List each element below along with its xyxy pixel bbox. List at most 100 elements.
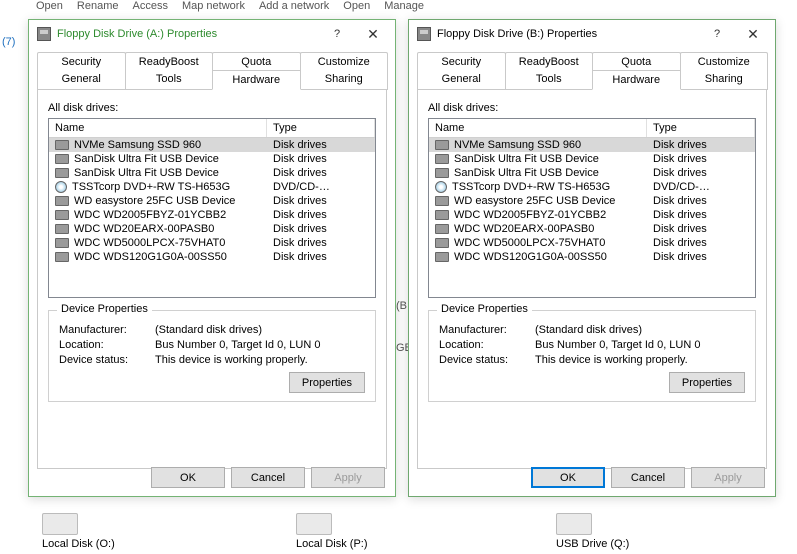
drive-type: Disk drives — [647, 251, 755, 263]
tab-security[interactable]: Security — [417, 52, 506, 71]
list-item[interactable]: WDC WD5000LPCX-75VHAT0Disk drives — [49, 236, 375, 250]
help-button[interactable]: ? — [699, 23, 735, 45]
drive-name: SanDisk Ultra Fit USB Device — [454, 153, 599, 165]
property-label: Device status: — [59, 354, 155, 366]
drive-type: Disk drives — [647, 237, 755, 249]
disk-drives-list[interactable]: NameTypeNVMe Samsung SSD 960Disk drivesS… — [48, 118, 376, 298]
close-button[interactable]: ✕ — [735, 23, 771, 45]
column-header-name[interactable]: Name — [49, 119, 267, 137]
disk-drive-icon — [435, 210, 449, 220]
tab-hardware[interactable]: Hardware — [212, 70, 301, 90]
window-title: Floppy Disk Drive (A:) Properties — [57, 28, 319, 40]
disk-drive-icon — [435, 238, 449, 248]
explorer-toolbar: Open Rename Access Map network Add a network… — [0, 0, 797, 18]
properties-dialog: Floppy Disk Drive (B:) Properties?✕ Secur… — [408, 19, 776, 497]
cancel-button[interactable]: Cancel — [231, 467, 305, 488]
dialog-button-row: OK Cancel Apply — [525, 467, 765, 488]
list-item[interactable]: WDC WDS120G1G0A-00SS50Disk drives — [49, 250, 375, 264]
tab-readyboost[interactable]: ReadyBoost — [125, 52, 214, 71]
tab-readyboost[interactable]: ReadyBoost — [505, 52, 594, 71]
drive-thumbnail[interactable]: USB Drive (Q:) — [556, 513, 676, 550]
list-item[interactable]: WDC WDS120G1G0A-00SS50 Disk drives — [429, 250, 755, 264]
list-item[interactable]: SanDisk Ultra Fit USB DeviceDisk drives — [49, 166, 375, 180]
list-item[interactable]: WDC WD2005FBYZ-01YCBB2Disk drives — [49, 208, 375, 222]
toolbar-item[interactable]: Access — [133, 0, 168, 12]
cancel-button[interactable]: Cancel — [611, 467, 685, 488]
properties-button[interactable]: Properties — [669, 372, 745, 393]
property-label: Location: — [439, 339, 535, 351]
list-item[interactable]: NVMe Samsung SSD 960Disk drives — [49, 138, 375, 152]
list-item[interactable]: TSSTcorp DVD+-RW TS-H653GDVD/CD-… — [49, 180, 375, 194]
disk-drive-icon — [435, 252, 449, 262]
ok-button[interactable]: OK — [151, 467, 225, 488]
drive-name: WDC WD5000LPCX-75VHAT0 — [454, 237, 605, 249]
property-row: Location:Bus Number 0, Target Id 0, LUN … — [439, 339, 745, 351]
properties-button[interactable]: Properties — [289, 372, 365, 393]
toolbar-item[interactable]: Map network — [182, 0, 245, 12]
list-item[interactable]: TSSTcorp DVD+-RW TS-H653GDVD/CD-… — [429, 180, 755, 194]
toolbar-item[interactable]: Open — [36, 0, 63, 12]
toolbar-item[interactable]: Open — [343, 0, 370, 12]
drive-type: Disk drives — [647, 153, 755, 165]
list-item[interactable]: SanDisk Ultra Fit USB Device Disk drives — [429, 152, 755, 166]
tab-customize[interactable]: Customize — [680, 52, 769, 71]
list-item[interactable]: WDC WD20EARX-00PASB0Disk drives — [429, 222, 755, 236]
tab-quota[interactable]: Quota — [592, 52, 681, 71]
close-button[interactable]: ✕ — [355, 23, 391, 45]
toolbar-item[interactable]: Rename — [77, 0, 119, 12]
optical-drive-icon — [435, 181, 447, 193]
property-value: (Standard disk drives) — [155, 324, 365, 336]
disk-drive-icon — [55, 140, 69, 150]
help-button[interactable]: ? — [319, 23, 355, 45]
apply-button[interactable]: Apply — [691, 467, 765, 488]
tab-tools[interactable]: Tools — [125, 70, 214, 90]
disk-drives-list[interactable]: NameTypeNVMe Samsung SSD 960Disk drivesS… — [428, 118, 756, 298]
list-header[interactable]: NameType — [49, 119, 375, 138]
list-item[interactable]: NVMe Samsung SSD 960Disk drives — [429, 138, 755, 152]
tab-sharing[interactable]: Sharing — [680, 70, 769, 90]
toolbar-item[interactable]: Manage — [384, 0, 424, 12]
list-item[interactable]: SanDisk Ultra Fit USB DeviceDisk drives — [49, 152, 375, 166]
device-properties-group: Device PropertiesManufacturer:(Standard … — [428, 310, 756, 402]
column-header-type[interactable]: Type — [647, 119, 755, 137]
tab-quota[interactable]: Quota — [212, 52, 301, 71]
toolbar-item[interactable]: Add a network — [259, 0, 329, 12]
property-row: Manufacturer:(Standard disk drives) — [439, 324, 745, 336]
drive-name: WDC WDS120G1G0A-00SS50 — [454, 251, 607, 263]
tab-sharing[interactable]: Sharing — [300, 70, 389, 90]
tab-general[interactable]: General — [417, 70, 506, 90]
list-item[interactable]: SanDisk Ultra Fit USB DeviceDisk drives — [429, 166, 755, 180]
list-item[interactable]: WDC WD2005FBYZ-01YCBB2Disk drives — [429, 208, 755, 222]
titlebar[interactable]: Floppy Disk Drive (A:) Properties?✕ — [29, 20, 395, 48]
titlebar[interactable]: Floppy Disk Drive (B:) Properties?✕ — [409, 20, 775, 48]
drive-icon — [296, 513, 332, 535]
list-item[interactable]: WD easystore 25FC USB DeviceDisk drives — [49, 194, 375, 208]
drive-name: SanDisk Ultra Fit USB Device — [454, 167, 599, 179]
drive-thumbnail[interactable]: Local Disk (O:) — [42, 513, 162, 550]
tab-general[interactable]: General — [37, 70, 126, 90]
list-item[interactable]: WDC WD5000LPCX-75VHAT0 Disk drives — [429, 236, 755, 250]
floppy-icon — [37, 27, 51, 41]
property-row: Device status:This device is working pro… — [439, 354, 745, 366]
drive-thumbnail[interactable]: Local Disk (P:) — [296, 513, 416, 550]
section-label: All disk drives: — [428, 102, 756, 114]
drive-type: Disk drives — [647, 195, 755, 207]
disk-drive-icon — [435, 196, 449, 206]
tab-tools[interactable]: Tools — [505, 70, 594, 90]
section-label: All disk drives: — [48, 102, 376, 114]
ok-button[interactable]: OK — [531, 467, 605, 488]
list-item[interactable]: WDC WD20EARX-00PASB0Disk drives — [49, 222, 375, 236]
tab-customize[interactable]: Customize — [300, 52, 389, 71]
disk-drive-icon — [55, 210, 69, 220]
list-item[interactable]: WD easystore 25FC USB DeviceDisk drives — [429, 194, 755, 208]
apply-button[interactable]: Apply — [311, 467, 385, 488]
tab-pane-hardware: All disk drives: NameTypeNVMe Samsung SSD… — [417, 89, 767, 469]
property-label: Device status: — [439, 354, 535, 366]
tab-security[interactable]: Security — [37, 52, 126, 71]
column-header-name[interactable]: Name — [429, 119, 647, 137]
drive-name: WD easystore 25FC USB Device — [74, 195, 235, 207]
tab-hardware[interactable]: Hardware — [592, 70, 681, 90]
column-header-type[interactable]: Type — [267, 119, 375, 137]
list-header[interactable]: NameType — [429, 119, 755, 138]
dialog-button-row: OK Cancel Apply — [145, 467, 385, 488]
